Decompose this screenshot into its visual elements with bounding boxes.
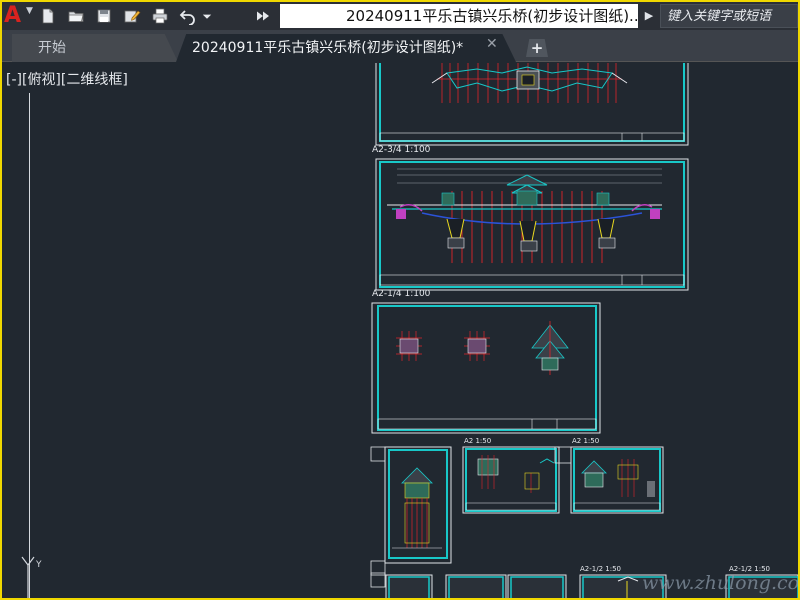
sheet-2[interactable] xyxy=(375,158,689,291)
app-window: A ▼ 20240911平乐古镇兴乐桥(初步设计图纸).... ▶ 键入关键字或… xyxy=(2,2,798,598)
tab-start[interactable]: 开始 xyxy=(12,34,178,62)
search-box[interactable] xyxy=(660,4,798,28)
sheet-4[interactable] xyxy=(370,446,452,576)
document-title: 20240911平乐古镇兴乐桥(初步设计图纸).... xyxy=(280,4,638,28)
print-icon[interactable] xyxy=(148,5,172,27)
drawing-canvas[interactable] xyxy=(2,63,798,598)
app-logo-icon[interactable]: A xyxy=(4,4,28,28)
app-menu-caret-icon[interactable]: ▼ xyxy=(26,6,33,16)
sheet-label-1: A2-3/4 1:100 xyxy=(372,145,431,155)
undo-dropdown-icon[interactable] xyxy=(200,5,214,27)
sheet-label-2: A2-1/4 1:100 xyxy=(372,289,431,299)
tab-close-icon[interactable]: ✕ xyxy=(486,36,498,52)
more-icon[interactable] xyxy=(254,5,272,27)
tab-document[interactable]: 20240911平乐古镇兴乐桥(初步设计图纸)* xyxy=(176,34,516,62)
sheet-3[interactable] xyxy=(371,302,601,434)
ucs-y-label: Y xyxy=(35,560,42,570)
title-bar: A ▼ 20240911平乐古镇兴乐桥(初步设计图纸).... ▶ xyxy=(2,2,798,30)
sheet-label-4: A2 1:50 xyxy=(572,437,600,445)
sheet-label-3: A2 1:50 xyxy=(464,437,492,445)
save-icon[interactable] xyxy=(92,5,116,27)
viewport-view-label[interactable]: [-][俯视][二维线框] xyxy=(6,69,128,89)
new-file-icon[interactable] xyxy=(36,5,60,27)
ucs-icon: Y xyxy=(21,556,42,598)
search-input[interactable] xyxy=(661,5,797,28)
save-as-icon[interactable] xyxy=(120,5,144,27)
open-folder-icon[interactable] xyxy=(64,5,88,27)
undo-icon[interactable] xyxy=(176,5,200,27)
title-arrow-icon[interactable]: ▶ xyxy=(640,5,658,27)
tab-bar: 开始 20240911平乐古镇兴乐桥(初步设计图纸)* ✕ + xyxy=(2,30,798,62)
drawing-viewport[interactable]: A2-3/4 1:100 A2-1/4 1:100 A2 1:50 A2 1:5… xyxy=(2,63,798,598)
sheet-5[interactable] xyxy=(462,446,560,514)
viewport-left-edge xyxy=(29,93,30,598)
new-tab-button[interactable]: + xyxy=(526,39,548,57)
sheet-1[interactable] xyxy=(375,63,689,146)
sheet-label-5: A2-1/2 1:50 xyxy=(580,565,621,573)
watermark: www.zhulong.com xyxy=(642,572,798,594)
sheet-6[interactable] xyxy=(554,446,664,514)
